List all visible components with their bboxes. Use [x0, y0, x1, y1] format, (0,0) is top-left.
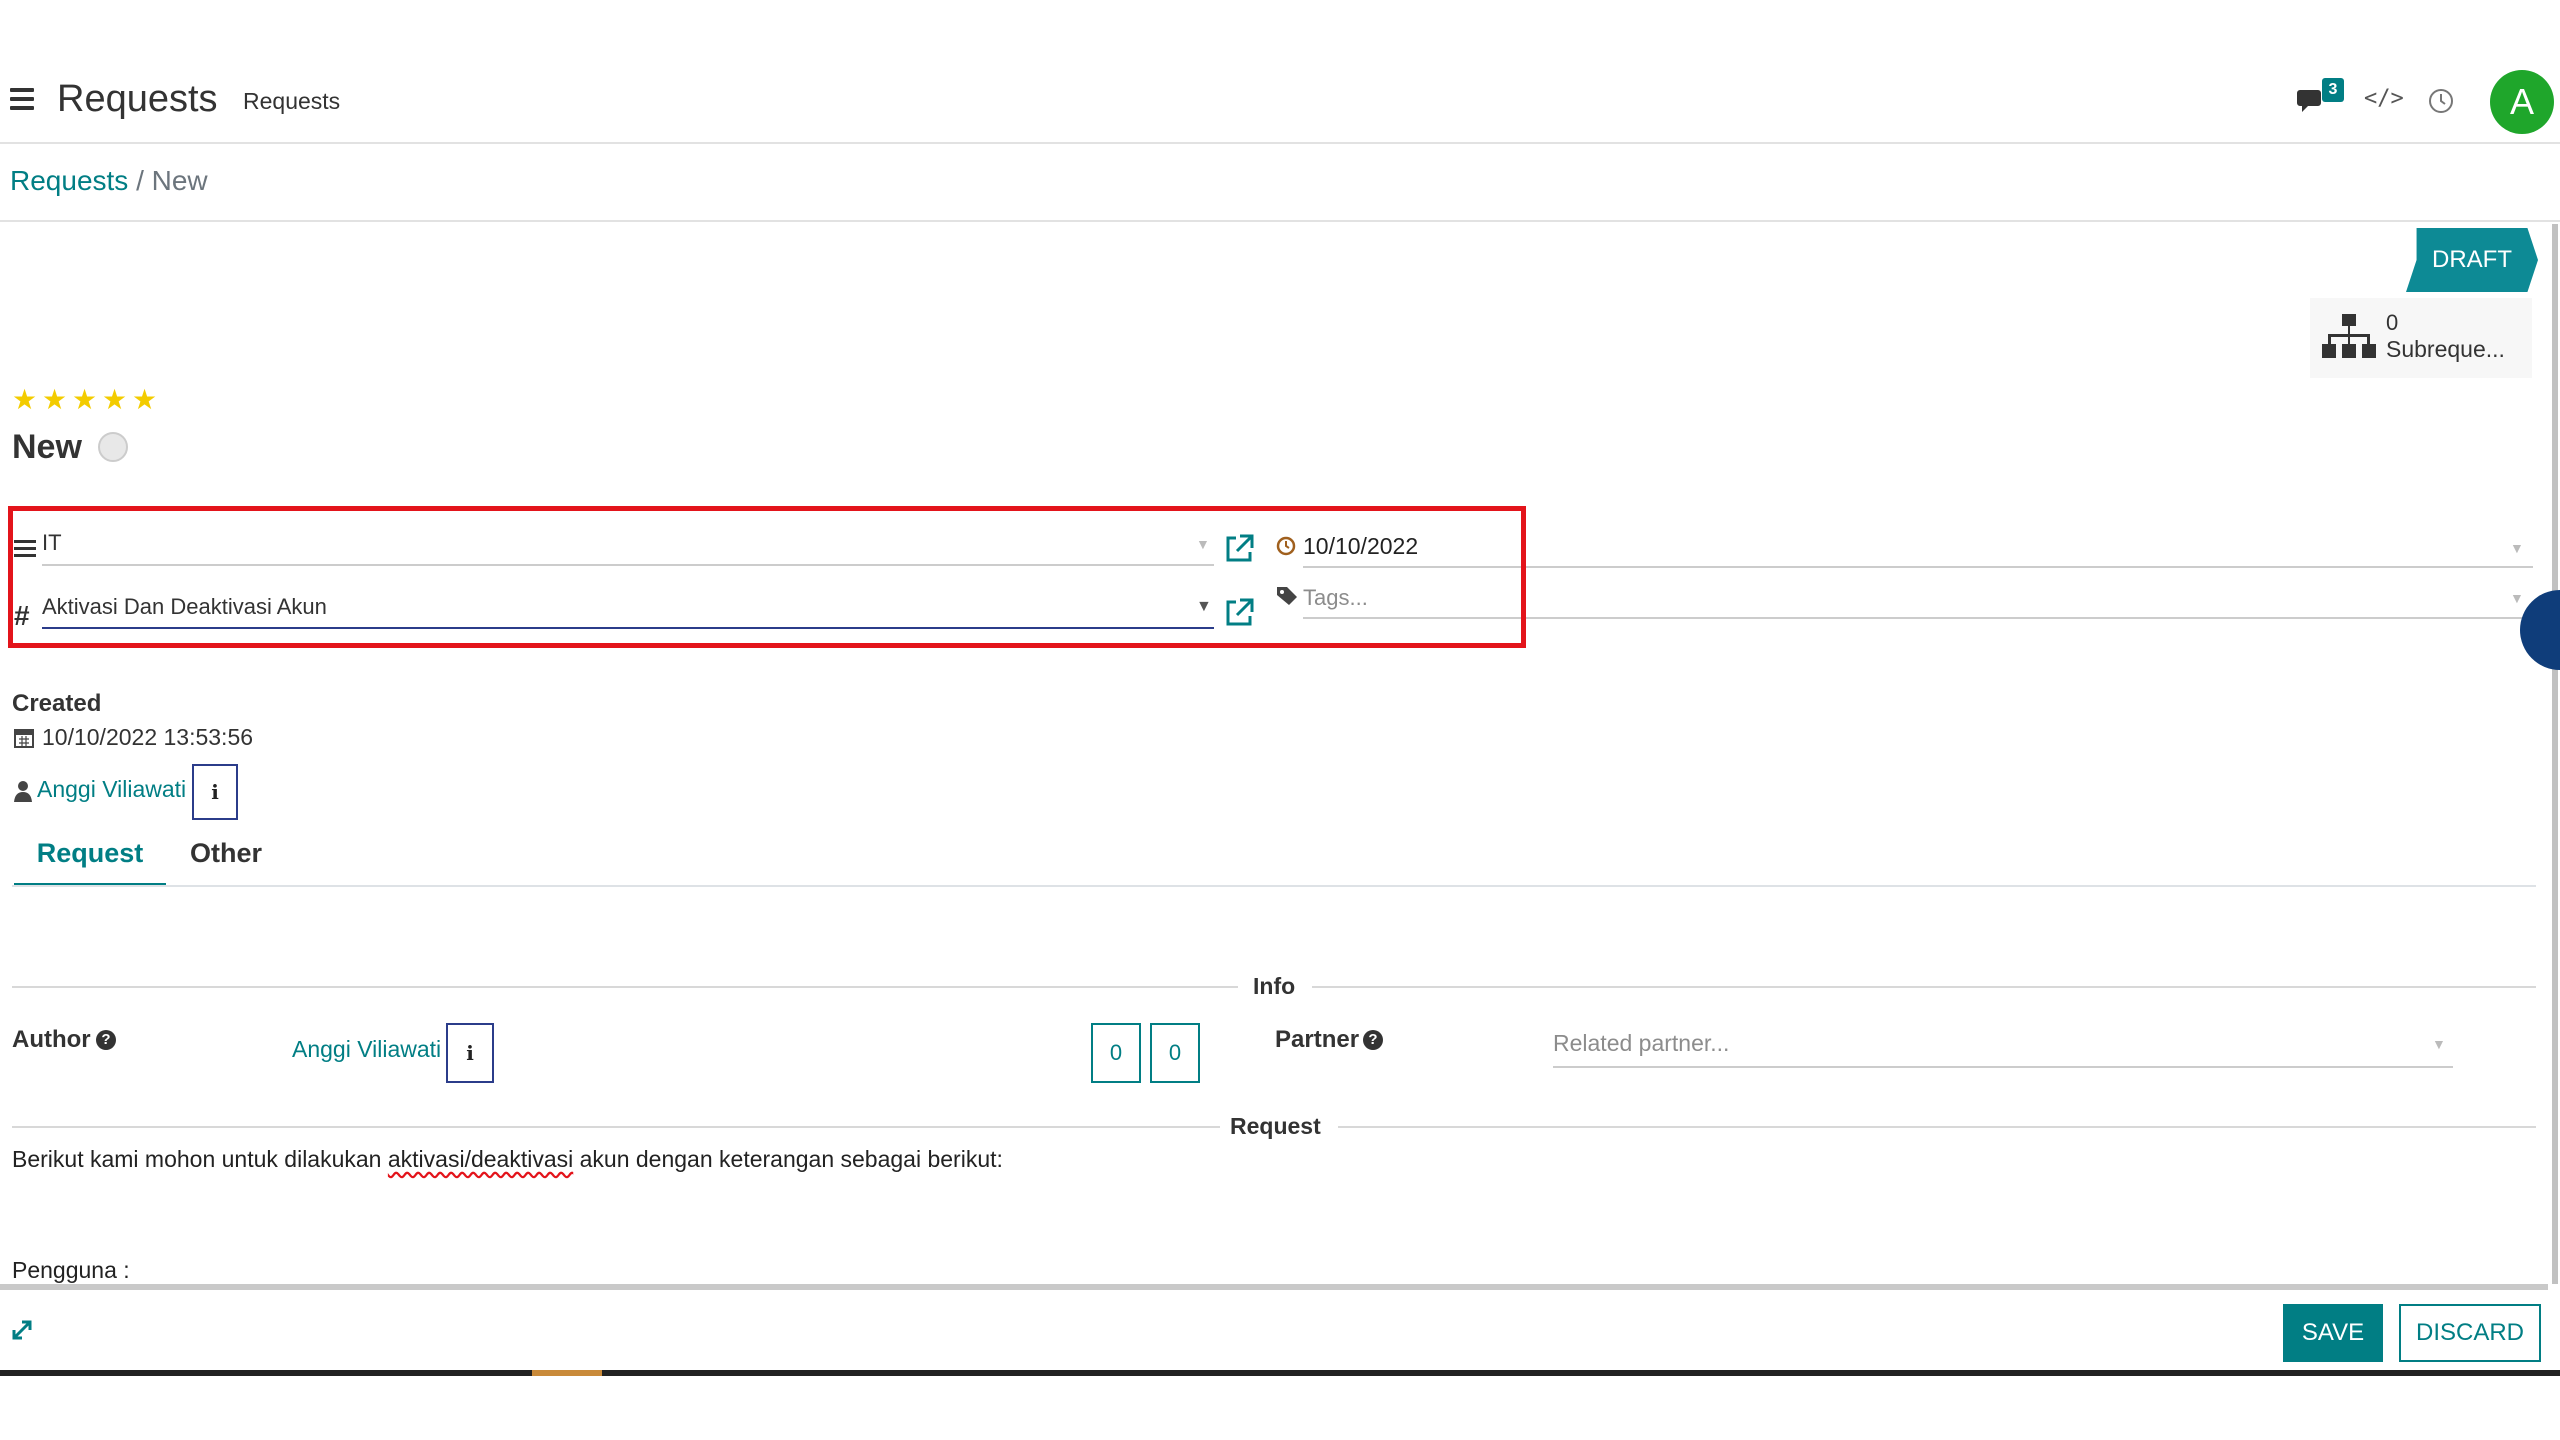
breadcrumb: Requests / New — [10, 165, 208, 197]
tab-other[interactable]: Other — [184, 836, 268, 886]
author-link[interactable]: Anggi Viliawati — [292, 1036, 441, 1063]
subrequests-smart-button[interactable]: 0 Subreque... — [2310, 298, 2532, 378]
bottom-divider — [0, 1284, 2548, 1290]
subrequests-label: Subreque... — [2386, 336, 2505, 362]
user-info-icon[interactable]: i — [192, 764, 238, 820]
breadcrumb-parent-link[interactable]: Requests — [10, 165, 128, 196]
info-separator-line — [1312, 986, 2536, 988]
author-info-icon[interactable]: i — [446, 1023, 494, 1083]
subrequests-count: 0 — [2386, 310, 2399, 335]
request-body-prefix: Berikut kami mohon untuk dilakukan — [12, 1146, 388, 1172]
record-title: New — [12, 428, 82, 466]
header-divider — [0, 220, 2560, 222]
app-title[interactable]: Requests — [57, 78, 218, 121]
bottom-accent — [532, 1370, 602, 1376]
chevron-down-icon[interactable]: ▼ — [2510, 590, 2524, 606]
top-navbar — [0, 0, 2560, 144]
created-date: 10/10/2022 13:53:56 — [42, 724, 254, 750]
clock-icon — [2429, 89, 2453, 113]
tabs-divider — [12, 885, 2536, 887]
created-label: Created — [12, 690, 102, 717]
chevron-down-icon[interactable]: ▼ — [2432, 1036, 2446, 1052]
priority-stars: ★ ★ ★ ★ ★ — [12, 386, 157, 418]
save-button[interactable]: SAVE — [2283, 1304, 2383, 1362]
breadcrumb-separator: / — [136, 165, 144, 196]
info-section-title: Info — [1253, 973, 1296, 999]
priority-star-icon[interactable]: ★ — [132, 386, 157, 414]
sitemap-icon — [2322, 314, 2376, 358]
user-avatar[interactable]: A — [2490, 70, 2554, 134]
priority-star-icon[interactable]: ★ — [102, 386, 127, 414]
code-icon[interactable]: </> — [2364, 86, 2404, 116]
bottom-edge — [0, 1370, 2560, 1376]
partner-input[interactable]: Related partner... — [1553, 1028, 2453, 1068]
request-body-suffix: akun dengan keterangan sebagai berikut: — [573, 1146, 1003, 1172]
info-separator-line — [12, 986, 1238, 988]
hamburger-menu-icon[interactable] — [10, 88, 34, 110]
expand-icon[interactable] — [10, 1318, 34, 1342]
priority-star-icon[interactable]: ★ — [72, 386, 97, 414]
request-separator-line — [12, 1126, 1220, 1128]
scrollbar[interactable] — [2552, 224, 2558, 1284]
chevron-down-icon[interactable]: ▼ — [2510, 540, 2524, 556]
help-icon[interactable]: ? — [1363, 1030, 1383, 1050]
user-icon — [14, 781, 32, 802]
tab-request[interactable]: Request — [14, 836, 166, 886]
chat-badge: 3 — [2322, 78, 2344, 102]
breadcrumb-current: New — [151, 165, 208, 196]
created-by-user-link[interactable]: Anggi Viliawati — [37, 776, 186, 803]
request-separator-line — [1338, 1126, 2536, 1128]
discard-button[interactable]: DISCARD — [2399, 1304, 2541, 1362]
calendar-icon — [14, 729, 34, 748]
help-icon[interactable]: ? — [96, 1030, 116, 1050]
highlight-annotation-box — [8, 506, 1526, 648]
request-section-title: Request — [1230, 1113, 1321, 1139]
request-pengguna-line[interactable]: Pengguna : — [12, 1257, 130, 1284]
menu-item-requests[interactable]: Requests — [243, 88, 340, 115]
chatter-toggle-icon[interactable] — [2520, 590, 2560, 670]
request-body-spellcheck-word: aktivasi/deaktivasi — [387, 1146, 574, 1172]
priority-star-icon[interactable]: ★ — [12, 386, 37, 414]
author-label: Author — [12, 1026, 91, 1053]
kanban-state-icon[interactable] — [98, 432, 128, 462]
activity-clock-icon[interactable] — [2426, 86, 2456, 116]
counter-button[interactable]: 0 — [1091, 1023, 1141, 1083]
partner-label: Partner — [1275, 1026, 1360, 1053]
request-description[interactable]: Berikut kami mohon untuk dilakukan aktiv… — [12, 1146, 1003, 1173]
counter-button[interactable]: 0 — [1150, 1023, 1200, 1083]
priority-star-icon[interactable]: ★ — [42, 386, 67, 414]
status-draft-badge: DRAFT — [2406, 228, 2538, 292]
